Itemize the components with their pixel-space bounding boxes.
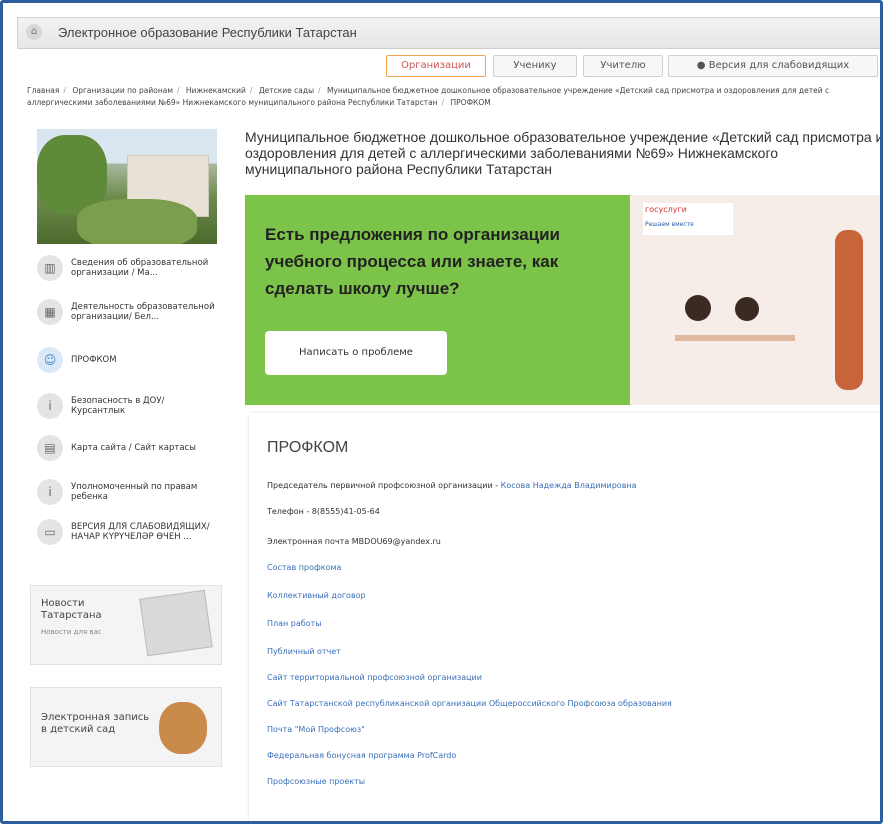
school-icon: ▦ xyxy=(37,299,63,325)
sidebar-item-info[interactable]: ▥ Сведения об образовательной организаци… xyxy=(37,255,217,281)
link-profcardo[interactable]: Федеральная бонусная программа ProfCardo xyxy=(267,751,456,760)
teddy-bear-icon xyxy=(159,702,207,754)
enroll-title: Электронная запись в детский сад xyxy=(41,712,150,735)
link-projects[interactable]: Профсоюзные проекты xyxy=(267,777,365,786)
nav-low-vision-label: Версия для слабовидящих xyxy=(708,60,850,71)
monitor-icon: ▭ xyxy=(37,519,63,545)
newspaper-icon xyxy=(139,589,213,657)
sidebar-item-activity[interactable]: ▦ Деятельность образовательной организац… xyxy=(37,299,217,325)
crumb-district[interactable]: Нижнекамский xyxy=(186,86,246,95)
home-icon[interactable]: ⌂ xyxy=(26,24,42,40)
gosuslugi-logo: госуслуги Решаем вместе xyxy=(643,203,733,235)
sidebar-item-low-vision[interactable]: ▭ ВЕРСИЯ ДЛЯ СЛАБОВИДЯЩИХ/НАЧАР КҮРҮЧЕЛӘ… xyxy=(37,519,217,545)
people-icon: ☺ xyxy=(37,347,63,373)
banner-question: Есть предложения по организации учебного… xyxy=(265,225,561,298)
sidebar-item-sitemap[interactable]: ▤ Карта сайта / Сайт картасы xyxy=(37,435,217,461)
link-report[interactable]: Публичный отчет xyxy=(267,647,341,656)
students-illustration xyxy=(675,295,795,375)
chair-row: Председатель первичной профсоюзной орган… xyxy=(267,481,637,490)
sidebar-item-profkom[interactable]: ☺ ПРОФКОМ xyxy=(37,347,217,373)
feedback-banner: Есть предложения по организации учебного… xyxy=(245,195,880,405)
teacher-illustration xyxy=(835,230,863,390)
nav-teacher[interactable]: Учителю xyxy=(583,55,663,77)
nav-low-vision[interactable]: ● Версия для слабовидящих xyxy=(668,55,878,77)
site-title[interactable]: Электронное образование Республики Татар… xyxy=(58,25,357,40)
link-agreement[interactable]: Коллективный договор xyxy=(267,591,366,600)
chair-name-link[interactable]: Косова Надежда Владимировна xyxy=(501,481,637,490)
report-problem-button[interactable]: Написать о проблеме xyxy=(265,331,447,375)
link-my-union-mail[interactable]: Почта "Мой Профсоюз" xyxy=(267,725,365,734)
link-republic-site[interactable]: Сайт Татарстанской республиканской орган… xyxy=(267,699,672,708)
breadcrumb: Главная / Организации по районам / Нижнека… xyxy=(27,86,830,107)
sitemap-icon: ▤ xyxy=(37,435,63,461)
crumb-current: ПРОФКОМ xyxy=(450,98,491,107)
browser-frame: ⌂ Электронное образование Республики Тат… xyxy=(0,0,883,824)
phone-text: Телефон - 8(8555)41-05-64 xyxy=(267,507,380,516)
info-icon: i xyxy=(37,479,63,505)
organization-title: Муниципальное бюджетное дошкольное образ… xyxy=(245,129,883,177)
link-committee[interactable]: Состав профкома xyxy=(267,563,341,572)
crumb-home[interactable]: Главная xyxy=(27,86,59,95)
news-title: Новости Татарстана xyxy=(41,598,102,621)
eye-icon: ● xyxy=(696,60,706,71)
email-text: Электронная почта MBDOU69@yandex.ru xyxy=(267,537,441,546)
nav-student[interactable]: Ученику xyxy=(493,55,577,77)
crumb-regions[interactable]: Организации по районам xyxy=(72,86,173,95)
news-tatarstan-box[interactable]: Новости Татарстана Новости для вас xyxy=(30,585,222,665)
crumb-kindergartens[interactable]: Детские сады xyxy=(259,86,314,95)
building-icon: ▥ xyxy=(37,255,63,281)
sidebar-item-ombudsman[interactable]: i Уполномоченный по правам ребенка xyxy=(37,479,217,505)
info-icon: i xyxy=(37,393,63,419)
organization-photo xyxy=(37,129,217,244)
site-header: ⌂ Электронное образование Республики Тат… xyxy=(17,17,880,49)
sidebar-item-safety[interactable]: i Безопасность в ДОУ/ Курсантлык xyxy=(37,393,217,419)
nav-organizations[interactable]: Организации xyxy=(386,55,486,77)
profkom-content: ПРОФКОМ Председатель первичной профсоюзн… xyxy=(249,413,880,821)
content-heading: ПРОФКОМ xyxy=(267,439,349,456)
news-subtitle: Новости для вас xyxy=(41,628,102,636)
link-plan[interactable]: План работы xyxy=(267,619,322,628)
enroll-kindergarten-box[interactable]: Электронная запись в детский сад xyxy=(30,687,222,767)
link-territorial-site[interactable]: Сайт территориальной профсоюзной организ… xyxy=(267,673,482,682)
